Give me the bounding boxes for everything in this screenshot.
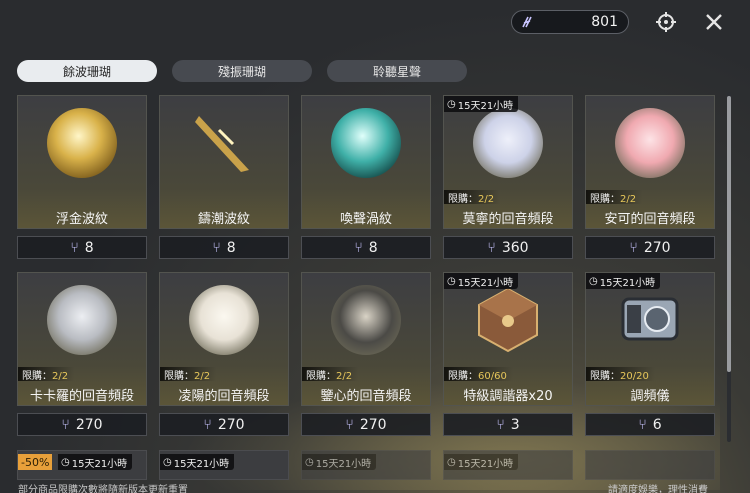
timer-badge: ◷ 15天21小時 <box>58 454 133 470</box>
price-button[interactable]: ⑂ 8 <box>159 236 289 259</box>
character-portrait-icon <box>331 285 401 355</box>
character-portrait-icon <box>615 108 685 178</box>
purchase-limit: 限購：2/2 <box>302 367 359 382</box>
purchase-limit: 限購：60/60 <box>444 367 513 382</box>
shop-item-card-partial[interactable]: -50% ◷ 15天21小時 <box>17 450 147 480</box>
purchase-limit: 限購：2/2 <box>586 190 643 205</box>
tuning-fork-icon: ⑂ <box>629 239 638 256</box>
tuning-fork-icon: ⑂ <box>354 239 363 256</box>
shop-item-card[interactable]: 限購：2/2 凌陽的回音頻段 <box>159 272 289 406</box>
tuning-fork-icon: ⑂ <box>487 239 496 256</box>
timer-badge: ◷ 15天21小時 <box>586 273 661 289</box>
shop-item-card[interactable]: ◷ 15天21小時 限購：20/20 調頻儀 <box>585 272 715 406</box>
tab-aftersound-coral[interactable]: 餘波珊瑚 <box>17 60 157 82</box>
tuning-fork-icon: ⑂ <box>212 239 221 256</box>
character-portrait-icon <box>47 285 117 355</box>
tuner-cube-icon <box>478 287 538 353</box>
teal-sphere-icon <box>331 108 401 178</box>
shop-item-card-partial[interactable] <box>585 450 715 480</box>
frequency-device-icon <box>621 297 679 341</box>
price-button[interactable]: ⑂ 270 <box>301 413 431 436</box>
shop-item-card-partial[interactable]: ◷ 15天21小時 <box>443 450 573 480</box>
shop-item-card[interactable]: 限購：2/2 卡卡羅的回音頻段 <box>17 272 147 406</box>
clock-icon: ◷ <box>305 456 314 468</box>
item-name: 安可的回音頻段 <box>604 212 696 227</box>
currency-display: 801 <box>511 10 629 34</box>
item-name: 莫寧的回音頻段 <box>462 212 554 227</box>
scrollbar-thumb[interactable] <box>727 96 731 372</box>
timer-badge: ◷ 15天21小時 <box>302 454 377 470</box>
character-portrait-icon <box>473 108 543 178</box>
purchase-limit: 限購：20/20 <box>586 367 655 382</box>
shop-item-card[interactable]: 鑄潮波紋 <box>159 95 289 229</box>
gold-sphere-icon <box>47 108 117 178</box>
tuning-fork-icon: ⑂ <box>203 416 212 433</box>
clock-icon: ◷ <box>447 98 456 110</box>
timer-badge: ◷ 15天21小時 <box>444 454 519 470</box>
character-portrait-icon <box>189 285 259 355</box>
target-icon[interactable] <box>655 11 677 33</box>
footer-notice: 部分商品限購次數將隨新版本更新重置 <box>18 485 188 493</box>
shop-item-card[interactable]: 浮金波紋 <box>17 95 147 229</box>
price-button[interactable]: ⑂ 270 <box>585 236 715 259</box>
item-name: 卡卡羅的回音頻段 <box>29 389 134 404</box>
tuning-fork-icon: ⑂ <box>61 416 70 433</box>
shop-item-card[interactable]: ◷ 15天21小時 限購：2/2 莫寧的回音頻段 <box>443 95 573 229</box>
price-button[interactable]: ⑂ 8 <box>17 236 147 259</box>
purchase-limit: 限購：2/2 <box>444 190 501 205</box>
tab-listen-stars[interactable]: 聆聽星聲 <box>327 60 467 82</box>
item-name: 特級調諧器x20 <box>463 389 553 404</box>
clock-icon: ◷ <box>447 456 456 468</box>
close-icon[interactable] <box>703 11 725 33</box>
tuning-fork-icon: ⑂ <box>496 416 505 433</box>
tab-residual-coral[interactable]: 殘振珊瑚 <box>172 60 312 82</box>
timer-badge: ◷ 15天21小時 <box>160 454 235 470</box>
price-button[interactable]: ⑂ 3 <box>443 413 573 436</box>
item-name: 鑒心的回音頻段 <box>320 389 412 404</box>
price-button[interactable]: ⑂ 8 <box>301 236 431 259</box>
item-name: 調頻儀 <box>630 389 670 404</box>
price-button[interactable]: ⑂ 270 <box>17 413 147 436</box>
item-name: 凌陽的回音頻段 <box>178 389 270 404</box>
clock-icon: ◷ <box>61 456 70 468</box>
purchase-limit: 限購：2/2 <box>18 367 75 382</box>
discount-badge: -50% <box>18 454 53 470</box>
clock-icon: ◷ <box>163 456 172 468</box>
shop-item-card[interactable]: 喚聲渦紋 <box>301 95 431 229</box>
shop-item-card[interactable]: ◷ 15天21小時 限購：60/60 特級調諧器x20 <box>443 272 573 406</box>
shop-item-card-partial[interactable]: ◷ 15天21小時 <box>301 450 431 480</box>
tuning-fork-icon: ⑂ <box>345 416 354 433</box>
tuning-fork-icon <box>522 16 532 28</box>
golden-blade-icon <box>195 116 249 172</box>
timer-badge: ◷ 15天21小時 <box>444 96 519 112</box>
currency-value: 801 <box>591 14 618 30</box>
timer-badge: ◷ 15天21小時 <box>444 273 519 289</box>
item-name: 鑄潮波紋 <box>197 212 250 227</box>
tuning-fork-icon: ⑂ <box>638 416 647 433</box>
price-button[interactable]: ⑂ 360 <box>443 236 573 259</box>
price-button[interactable]: ⑂ 6 <box>585 413 715 436</box>
purchase-limit: 限購：2/2 <box>160 367 217 382</box>
item-name: 喚聲渦紋 <box>339 212 392 227</box>
shop-item-card-partial[interactable]: ◷ 15天21小時 <box>159 450 289 480</box>
price-button[interactable]: ⑂ 270 <box>159 413 289 436</box>
clock-icon: ◷ <box>589 275 598 287</box>
clock-icon: ◷ <box>447 275 456 287</box>
tuning-fork-icon: ⑂ <box>70 239 79 256</box>
shop-item-card[interactable]: 限購：2/2 鑒心的回音頻段 <box>301 272 431 406</box>
shop-item-card[interactable]: 限購：2/2 安可的回音頻段 <box>585 95 715 229</box>
footer-advice: 請適度娛樂，理性消費 <box>608 485 708 493</box>
item-name: 浮金波紋 <box>55 212 108 227</box>
